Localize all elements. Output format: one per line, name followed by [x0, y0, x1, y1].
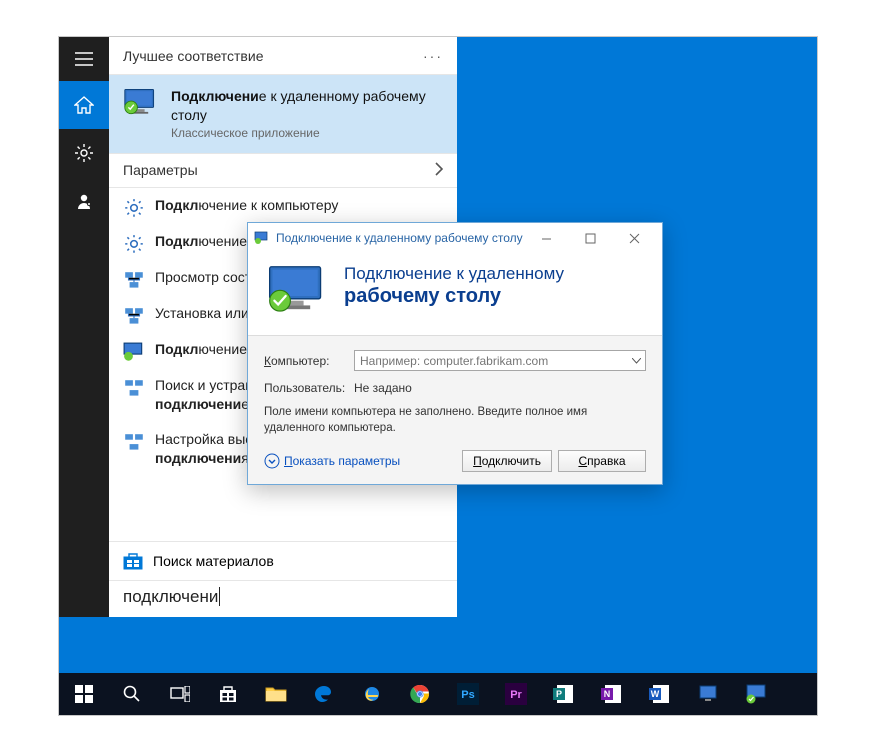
- store-taskbar-icon[interactable]: [205, 673, 251, 715]
- help-button[interactable]: Справка: [558, 450, 646, 472]
- gear-icon: [123, 198, 145, 216]
- taskview-icon[interactable]: [157, 673, 203, 715]
- network-icon: [123, 378, 145, 396]
- desktop-area: Лучшее соответствие ··· Подключение к уд…: [58, 36, 818, 716]
- dropdown-icon[interactable]: [627, 351, 645, 370]
- show-params-link[interactable]: Показать параметры: [264, 453, 456, 469]
- rdc-taskbar-icon[interactable]: [733, 673, 779, 715]
- start-button[interactable]: [61, 673, 107, 715]
- search-text: подключени: [123, 587, 220, 606]
- start-rail: [59, 37, 109, 617]
- user-value: Не задано: [354, 381, 412, 395]
- svg-text:P: P: [556, 689, 562, 699]
- network-icon: [123, 432, 145, 450]
- user-label: Пользователь:: [264, 381, 344, 395]
- chrome-icon[interactable]: [397, 673, 443, 715]
- best-match-item[interactable]: Подключение к удаленному рабочему столу …: [109, 75, 457, 154]
- rdc-icon: [123, 87, 159, 117]
- dialog-body: Компьютер: Пользователь: Не задано Поле …: [248, 335, 662, 484]
- dialog-title: Подключение к удаленному рабочему столу: [276, 231, 524, 245]
- search-input-row[interactable]: подключени: [109, 580, 457, 617]
- gear-icon: [123, 234, 145, 252]
- store-icon: [123, 552, 143, 570]
- rdc-small-icon: [123, 342, 145, 360]
- best-match-label: Лучшее соответствие: [123, 48, 263, 64]
- network-icon: [123, 306, 145, 324]
- premiere-icon[interactable]: Pr: [493, 673, 539, 715]
- computer-label: Компьютер:: [264, 354, 344, 368]
- svg-text:W: W: [651, 689, 660, 699]
- list-item[interactable]: Подключение к компьютеру: [109, 188, 457, 224]
- minimize-button[interactable]: [524, 224, 568, 252]
- dialog-header: Подключение к удаленному рабочему столу: [248, 253, 662, 335]
- connect-button[interactable]: Подключить: [462, 450, 552, 472]
- settings-icon[interactable]: [59, 129, 109, 177]
- network-icon: [123, 270, 145, 288]
- svg-text:Ps: Ps: [461, 689, 474, 701]
- best-match-header: Лучшее соответствие ···: [109, 37, 457, 75]
- dialog-heading: Подключение к удаленному рабочему столу: [344, 263, 564, 319]
- dialog-titlebar[interactable]: Подключение к удаленному рабочему столу: [248, 223, 662, 253]
- photoshop-icon[interactable]: Ps: [445, 673, 491, 715]
- chevron-right-icon: [434, 162, 443, 179]
- rdc-large-icon: [264, 263, 330, 319]
- computer-combo[interactable]: [354, 350, 646, 371]
- computer-input[interactable]: [354, 350, 646, 371]
- dialog-note: Поле имени компьютера не заполнено. Введ…: [264, 405, 646, 436]
- menu-button[interactable]: [59, 37, 109, 81]
- close-button[interactable]: [612, 224, 656, 252]
- app-icon-generic[interactable]: [685, 673, 731, 715]
- store-label: Поиск материалов: [153, 553, 274, 569]
- maximize-button[interactable]: [568, 224, 612, 252]
- more-icon[interactable]: ···: [423, 48, 443, 64]
- svg-text:N: N: [604, 689, 611, 699]
- rdc-title-icon: [254, 231, 270, 245]
- store-item[interactable]: Поиск материалов: [109, 541, 457, 580]
- app-icon-teal[interactable]: P: [541, 673, 587, 715]
- rdc-dialog: Подключение к удаленному рабочему столу …: [247, 222, 663, 485]
- onenote-icon[interactable]: N: [589, 673, 635, 715]
- chevron-down-circle-icon: [264, 453, 280, 469]
- best-match-text: Подключение к удаленному рабочему столу …: [171, 87, 443, 141]
- svg-text:Pr: Pr: [510, 689, 522, 701]
- search-taskbar-icon[interactable]: [109, 673, 155, 715]
- word-icon[interactable]: W: [637, 673, 683, 715]
- user-icon[interactable]: [59, 177, 109, 225]
- edge-icon[interactable]: [301, 673, 347, 715]
- ie-icon[interactable]: [349, 673, 395, 715]
- params-section-header[interactable]: Параметры: [109, 154, 457, 188]
- taskbar: Ps Pr P N W: [59, 673, 817, 715]
- home-icon[interactable]: [59, 81, 109, 129]
- explorer-icon[interactable]: [253, 673, 299, 715]
